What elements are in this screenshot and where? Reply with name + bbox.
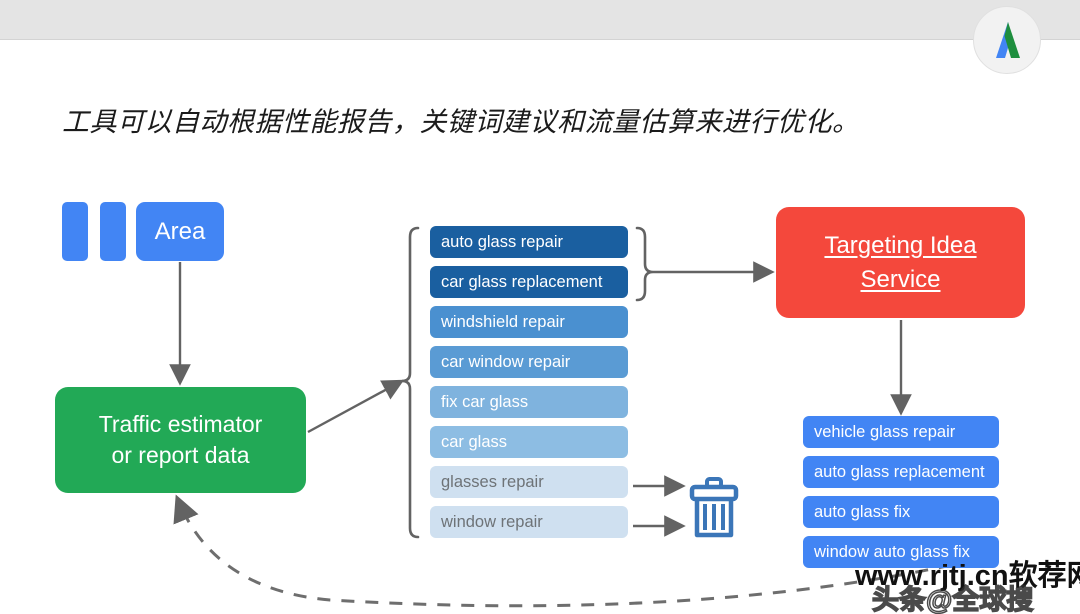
keyword-item-label: car glass replacement [441, 272, 603, 291]
source-node-label: Traffic estimator or report data [99, 409, 263, 471]
keyword-item-label: car window repair [441, 352, 571, 371]
output-keyword-item-label: auto glass fix [814, 502, 911, 521]
arrow-source-to-keywords [307, 379, 405, 434]
keyword-item-label: window repair [441, 512, 543, 531]
keyword-item[interactable]: window repair [430, 506, 628, 538]
input-bar-two [100, 202, 126, 261]
keyword-item[interactable]: car window repair [430, 346, 628, 378]
output-keyword-item-label: auto glass replacement [814, 462, 985, 481]
keyword-item-label: auto glass repair [441, 232, 563, 251]
output-keyword-item-label: vehicle glass repair [814, 422, 956, 441]
keyword-item[interactable]: fix car glass [430, 386, 628, 418]
output-keyword-item[interactable]: auto glass fix [803, 496, 999, 528]
keyword-item[interactable]: windshield repair [430, 306, 628, 338]
keyword-item[interactable]: car glass [430, 426, 628, 458]
header-bar [0, 0, 1080, 40]
keyword-item-label: car glass [441, 432, 508, 451]
source-node[interactable]: Traffic estimator or report data [55, 387, 306, 493]
keyword-item[interactable]: auto glass repair [430, 226, 628, 258]
keyword-item-label: fix car glass [441, 392, 529, 411]
keyword-list: auto glass repair car glass replacement wi… [430, 226, 628, 546]
trash-icon[interactable] [688, 477, 740, 544]
service-node-line-1: Targeting Idea [824, 231, 977, 259]
google-ads-logo-icon [996, 22, 1020, 58]
source-node-line-1: Traffic estimator [98, 411, 263, 437]
area-node-label: Area [154, 217, 206, 245]
keyword-item-label: glasses repair [441, 472, 544, 491]
selected-keywords-brace [635, 226, 654, 302]
keyword-item-label: windshield repair [441, 312, 565, 331]
service-node-line-2: Service [860, 265, 941, 293]
keyword-group-brace [401, 226, 420, 539]
output-keyword-item[interactable]: auto glass replacement [803, 456, 999, 488]
service-node[interactable]: Targeting Idea Service [776, 207, 1025, 318]
keyword-item[interactable]: glasses repair [430, 466, 628, 498]
watermark-secondary: 头条@全球搜 [871, 584, 1034, 614]
keyword-item[interactable]: car glass replacement [430, 266, 628, 298]
source-node-line-2: or report data [111, 442, 250, 468]
input-bar-one [62, 202, 88, 261]
slide-title: 工具可以自动根据性能报告，关键词建议和流量估算来进行优化。 [62, 107, 860, 137]
google-ads-logo [973, 6, 1041, 74]
output-keyword-item[interactable]: vehicle glass repair [803, 416, 999, 448]
area-node[interactable]: Area [136, 202, 224, 261]
trash-icon-glyph [689, 477, 739, 538]
slide-canvas: 工具可以自动根据性能报告，关键词建议和流量估算来进行优化。 Area Traff… [0, 0, 1080, 614]
